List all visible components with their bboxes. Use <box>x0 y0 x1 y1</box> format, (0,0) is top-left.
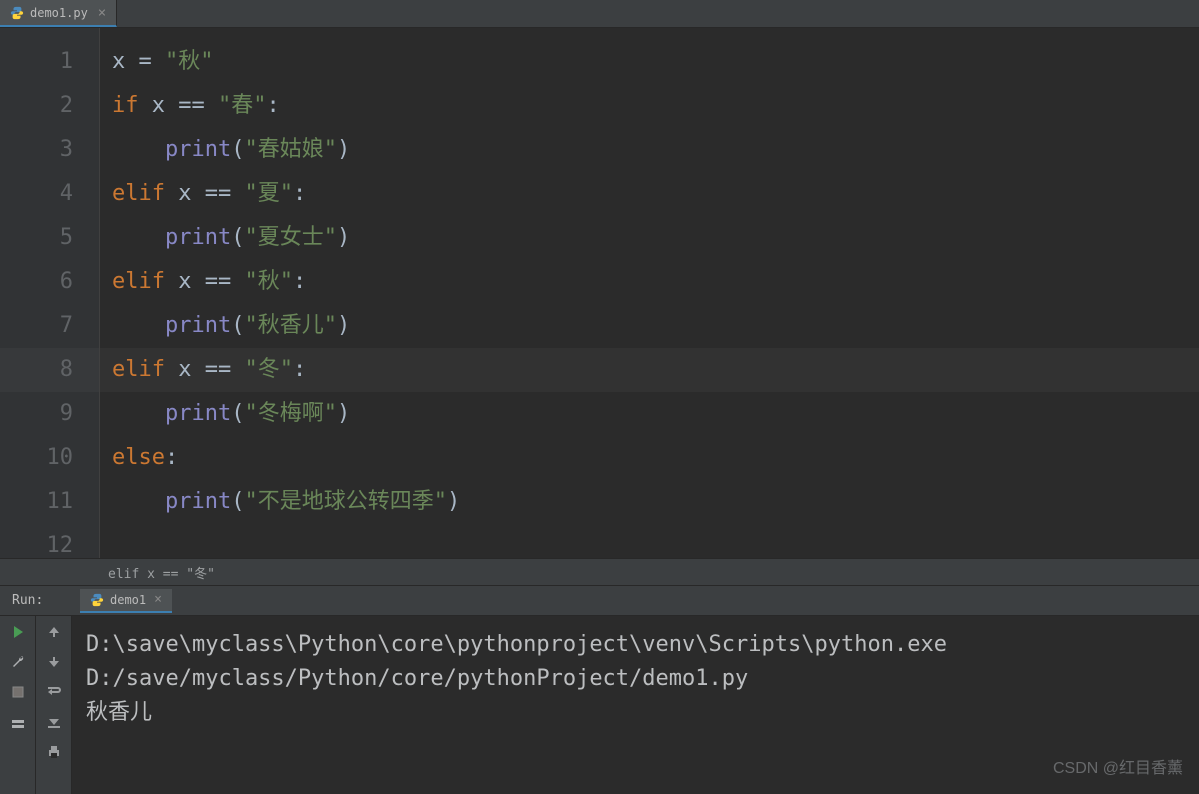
line-number: 10 <box>0 436 99 480</box>
run-panel-body: D:\save\myclass\Python\core\pythonprojec… <box>0 616 1199 794</box>
editor-area: 1 2 3 4 5 6 7 8 9 10 11 12 x = "秋" if x … <box>0 28 1199 558</box>
line-number: 8 <box>0 348 99 392</box>
run-toolbar-primary <box>0 616 36 794</box>
line-number: 7 <box>0 304 99 348</box>
line-number: 2 <box>0 84 99 128</box>
console-line: 秋香儿 <box>86 696 1185 730</box>
editor-tab-bar: demo1.py × <box>0 0 1199 28</box>
wrench-icon[interactable] <box>8 652 28 672</box>
run-toolbar-secondary <box>36 616 72 794</box>
print-icon[interactable] <box>44 742 64 762</box>
code-editor[interactable]: x = "秋" if x == "春": print("春姑娘") elif x… <box>100 28 1199 558</box>
code-line: print("冬梅啊") <box>100 392 1199 436</box>
close-icon[interactable]: × <box>98 6 106 20</box>
console-output[interactable]: D:\save\myclass\Python\core\pythonprojec… <box>72 616 1199 794</box>
close-icon[interactable]: × <box>154 592 162 607</box>
code-line: print("春姑娘") <box>100 128 1199 172</box>
editor-tab-label: demo1.py <box>30 6 88 20</box>
watermark-text: CSDN @红目香薰 <box>1053 752 1183 786</box>
code-line: print("秋香儿") <box>100 304 1199 348</box>
stop-icon[interactable] <box>8 682 28 702</box>
code-line: else: <box>100 436 1199 480</box>
line-number: 6 <box>0 260 99 304</box>
code-line: x = "秋" <box>100 40 1199 84</box>
line-number: 1 <box>0 40 99 84</box>
rerun-icon[interactable] <box>8 622 28 642</box>
run-panel-label: Run: <box>0 593 80 608</box>
line-number: 9 <box>0 392 99 436</box>
layout-icon[interactable] <box>8 712 28 732</box>
line-number-gutter: 1 2 3 4 5 6 7 8 9 10 11 12 <box>0 28 100 558</box>
line-number: 11 <box>0 480 99 524</box>
python-file-icon <box>10 6 24 20</box>
code-line: print("夏女士") <box>100 216 1199 260</box>
run-tab-label: demo1 <box>110 593 146 607</box>
code-line <box>100 524 1199 568</box>
arrow-up-icon[interactable] <box>44 622 64 642</box>
code-line: elif x == "冬": <box>100 348 1199 392</box>
line-number: 4 <box>0 172 99 216</box>
line-number: 5 <box>0 216 99 260</box>
code-line: print("不是地球公转四季") <box>100 480 1199 524</box>
editor-tab-demo1[interactable]: demo1.py × <box>0 0 117 27</box>
run-panel-header: Run: demo1 × <box>0 586 1199 616</box>
python-file-icon <box>90 593 104 607</box>
soft-wrap-icon[interactable] <box>44 682 64 702</box>
run-tab-demo1[interactable]: demo1 × <box>80 589 172 613</box>
code-line: elif x == "夏": <box>100 172 1199 216</box>
code-line: if x == "春": <box>100 84 1199 128</box>
console-line: D:/save/myclass/Python/core/pythonProjec… <box>86 662 1185 696</box>
line-number: 3 <box>0 128 99 172</box>
arrow-down-icon[interactable] <box>44 652 64 672</box>
line-number: 12 <box>0 524 99 568</box>
code-line: elif x == "秋": <box>100 260 1199 304</box>
scroll-to-end-icon[interactable] <box>44 712 64 732</box>
console-line: D:\save\myclass\Python\core\pythonprojec… <box>86 628 1185 662</box>
